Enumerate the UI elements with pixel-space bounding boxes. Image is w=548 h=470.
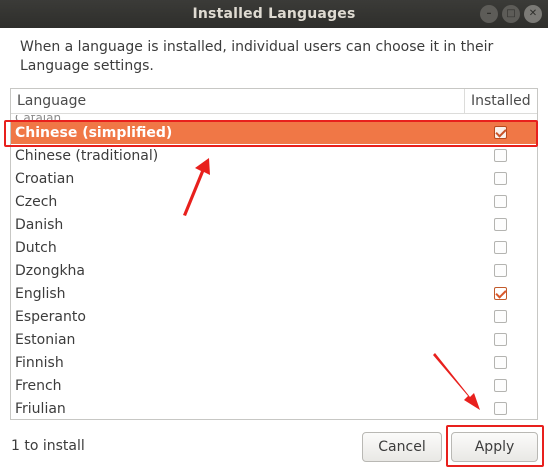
language-name: Danish: [15, 216, 64, 233]
installed-checkbox[interactable]: [494, 195, 507, 208]
language-rows: Catalan Chinese (simplified)Chinese (tra…: [11, 115, 537, 419]
installed-checkbox[interactable]: [494, 172, 507, 185]
language-name: Croatian: [15, 170, 75, 187]
installed-checkbox-checked[interactable]: [494, 287, 507, 300]
list-item[interactable]: Finnish: [11, 351, 537, 374]
column-header-installed[interactable]: Installed: [464, 89, 537, 113]
language-name: Chinese (simplified): [15, 124, 173, 141]
list-item[interactable]: French: [11, 374, 537, 397]
installed-checkbox[interactable]: [494, 218, 507, 231]
installed-checkbox[interactable]: [494, 356, 507, 369]
installed-checkbox[interactable]: [494, 264, 507, 277]
install-status: 1 to install: [11, 438, 85, 454]
cancel-button[interactable]: Cancel: [362, 432, 442, 462]
installed-cell: [464, 241, 537, 254]
installed-checkbox[interactable]: [494, 149, 507, 162]
list-item[interactable]: English: [11, 282, 537, 305]
window-controls: – □ ✕: [480, 5, 542, 23]
language-name: Finnish: [15, 354, 64, 371]
installed-checkbox[interactable]: [494, 310, 507, 323]
language-name: Czech: [15, 193, 58, 210]
installed-checkbox[interactable]: [494, 241, 507, 254]
apply-button[interactable]: Apply: [451, 432, 538, 462]
description-text: When a language is installed, individual…: [20, 39, 494, 74]
installed-cell: [464, 333, 537, 346]
list-header: Language Installed: [11, 89, 537, 114]
installed-cell: [464, 149, 537, 162]
list-item[interactable]: Estonian: [11, 328, 537, 351]
language-name: Esperanto: [15, 308, 86, 325]
window-title: Installed Languages: [192, 6, 356, 22]
list-item[interactable]: Danish: [11, 213, 537, 236]
language-name: Estonian: [15, 331, 76, 348]
installed-cell: [464, 218, 537, 231]
language-name: Friulian: [15, 400, 66, 417]
list-item-selected[interactable]: Chinese (simplified): [11, 121, 537, 144]
installed-checkbox-checked[interactable]: [494, 126, 507, 139]
list-item[interactable]: Croatian: [11, 167, 537, 190]
language-name: French: [15, 377, 62, 394]
installed-cell: [464, 264, 537, 277]
language-name: English: [15, 285, 66, 302]
installed-checkbox[interactable]: [494, 402, 507, 415]
installed-cell: [464, 402, 537, 415]
maximize-icon[interactable]: □: [502, 5, 520, 23]
close-icon[interactable]: ✕: [524, 5, 542, 23]
installed-cell: [464, 195, 537, 208]
list-item[interactable]: Czech: [11, 190, 537, 213]
installed-cell: [464, 356, 537, 369]
list-item[interactable]: Esperanto: [11, 305, 537, 328]
list-item[interactable]: Dutch: [11, 236, 537, 259]
list-item[interactable]: Chinese (traditional): [11, 144, 537, 167]
window-titlebar: Installed Languages – □ ✕: [0, 0, 548, 28]
list-item[interactable]: Friulian: [11, 397, 537, 419]
installed-cell: [464, 310, 537, 323]
installed-cell: [464, 287, 537, 300]
language-name: Chinese (traditional): [15, 147, 159, 164]
language-list[interactable]: Language Installed Catalan Chinese (simp…: [10, 88, 538, 420]
installed-checkbox[interactable]: [494, 333, 507, 346]
column-header-language[interactable]: Language: [11, 89, 464, 113]
installed-cell: [464, 126, 537, 139]
minimize-icon[interactable]: –: [480, 5, 498, 23]
installed-cell: [464, 172, 537, 185]
installed-cell: [464, 379, 537, 392]
language-name: Dutch: [15, 239, 57, 256]
installed-checkbox[interactable]: [494, 379, 507, 392]
language-name: Dzongkha: [15, 262, 86, 279]
list-item[interactable]: Dzongkha: [11, 259, 537, 282]
